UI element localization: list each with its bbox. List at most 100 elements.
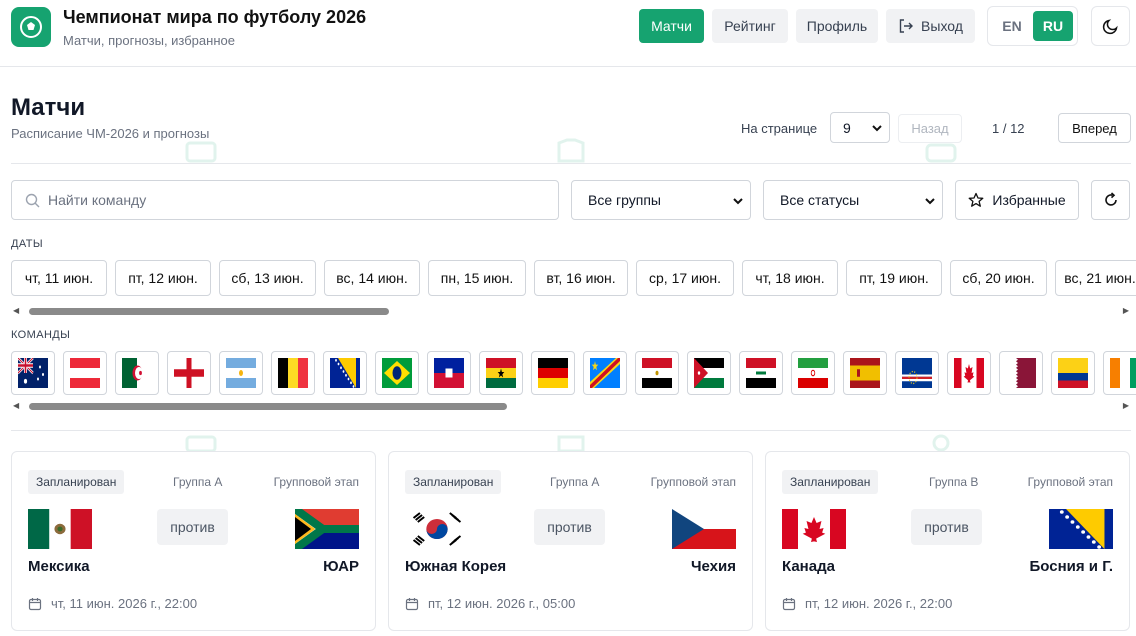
team-filter-chip[interactable] bbox=[219, 351, 263, 395]
ivory-coast-flag-icon bbox=[1110, 358, 1136, 388]
date-chip[interactable]: вс, 21 июн. bbox=[1055, 260, 1136, 296]
date-chip[interactable]: чт, 18 июн. bbox=[742, 260, 838, 296]
team-filter-chip[interactable] bbox=[687, 351, 731, 395]
nav-matches-label: Матчи bbox=[651, 18, 692, 34]
team-filter-chip[interactable] bbox=[947, 351, 991, 395]
match-card[interactable]: Запланирован Группа A Групповой этап про… bbox=[388, 451, 753, 631]
stage-label: Групповой этап bbox=[1027, 475, 1113, 489]
team-filter-chip[interactable] bbox=[271, 351, 315, 395]
per-page-select[interactable]: 9 bbox=[830, 112, 890, 143]
team-filter-chip[interactable] bbox=[531, 351, 575, 395]
scroll-left-arrow-icon[interactable]: ◀ bbox=[13, 306, 19, 315]
next-page-button[interactable]: Вперед bbox=[1058, 113, 1131, 143]
team-filter-chip[interactable] bbox=[635, 351, 679, 395]
team-filter-chip[interactable] bbox=[739, 351, 783, 395]
match-datetime-text: чт, 11 июн. 2026 г., 22:00 bbox=[51, 596, 198, 611]
argentina-flag-icon bbox=[226, 358, 256, 388]
team-filter-chip[interactable] bbox=[323, 351, 367, 395]
favorites-label: Избранные bbox=[992, 192, 1066, 208]
algeria-flag-icon bbox=[122, 358, 152, 388]
star-icon bbox=[968, 192, 984, 207]
date-chip[interactable]: пн, 15 июн. bbox=[428, 260, 526, 296]
scrollbar-thumb[interactable] bbox=[29, 403, 507, 410]
spain-flag-icon bbox=[850, 358, 880, 388]
team-filter-chip[interactable] bbox=[63, 351, 107, 395]
logout-icon bbox=[899, 19, 914, 33]
match-datetime: пт, 12 июн. 2026 г., 22:00 bbox=[782, 596, 952, 611]
team-filter-chip[interactable] bbox=[375, 351, 419, 395]
scroll-right-arrow-icon[interactable]: ▶ bbox=[1123, 401, 1129, 410]
team-filter-chip[interactable] bbox=[999, 351, 1043, 395]
dates-scrollbar[interactable]: ◀ ▶ bbox=[11, 305, 1131, 317]
group-label: Группа A bbox=[550, 475, 600, 489]
away-team-name: ЮАР bbox=[323, 558, 359, 575]
date-chip[interactable]: сб, 20 июн. bbox=[950, 260, 1047, 296]
nav-matches-button[interactable]: Матчи bbox=[639, 9, 704, 43]
logout-button[interactable]: Выход bbox=[886, 9, 975, 43]
page-indicator: 1 / 12 bbox=[992, 121, 1025, 136]
match-datetime: пт, 12 июн. 2026 г., 05:00 bbox=[405, 596, 575, 611]
reset-filters-button[interactable] bbox=[1091, 180, 1130, 220]
teams-scrollbar[interactable]: ◀ ▶ bbox=[11, 400, 1131, 412]
theme-toggle-button[interactable] bbox=[1091, 6, 1130, 46]
nav-rating-button[interactable]: Рейтинг bbox=[712, 9, 788, 43]
team-filter-chip[interactable] bbox=[479, 351, 523, 395]
language-switcher: EN RU bbox=[987, 6, 1078, 46]
prev-page-button[interactable]: Назад bbox=[898, 114, 962, 143]
team-filter-chip[interactable] bbox=[895, 351, 939, 395]
away-team-flag bbox=[1049, 509, 1113, 549]
status-badge: Запланирован bbox=[782, 470, 879, 494]
dates-section-label: ДАТЫ bbox=[11, 238, 43, 250]
search-input[interactable] bbox=[48, 182, 548, 218]
bosnia-flag-icon bbox=[330, 358, 360, 388]
mexico-flag-icon bbox=[28, 509, 92, 549]
versus-label: против bbox=[157, 509, 228, 545]
group-label: Группа B bbox=[929, 475, 979, 489]
stage-label: Групповой этап bbox=[650, 475, 736, 489]
match-card[interactable]: Запланирован Группа A Групповой этап про… bbox=[11, 451, 376, 631]
status-badge: Запланирован bbox=[28, 470, 125, 494]
match-datetime-text: пт, 12 июн. 2026 г., 22:00 bbox=[805, 596, 953, 611]
lang-en-button[interactable]: EN bbox=[992, 11, 1032, 41]
date-chip[interactable]: сб, 13 июн. bbox=[219, 260, 316, 296]
team-filter-chip[interactable] bbox=[1051, 351, 1095, 395]
logo[interactable] bbox=[11, 7, 51, 47]
status-select-value: Все статусы bbox=[780, 192, 860, 208]
match-card[interactable]: Запланирован Группа B Групповой этап про… bbox=[765, 451, 1130, 631]
scroll-right-arrow-icon[interactable]: ▶ bbox=[1123, 306, 1129, 315]
date-chip[interactable]: пт, 19 июн. bbox=[846, 260, 942, 296]
match-datetime-text: пт, 12 июн. 2026 г., 05:00 bbox=[428, 596, 576, 611]
date-chip[interactable]: пт, 12 июн. bbox=[115, 260, 211, 296]
bosnia-flag-icon bbox=[1049, 509, 1113, 549]
date-chip[interactable]: чт, 11 июн. bbox=[11, 260, 107, 296]
stage-label: Групповой этап bbox=[273, 475, 359, 489]
canada-flag-icon bbox=[782, 509, 846, 549]
team-filter-chip[interactable] bbox=[11, 351, 55, 395]
watermark-icon bbox=[932, 434, 950, 452]
colombia-flag-icon bbox=[1058, 358, 1088, 388]
team-filter-chip[interactable] bbox=[167, 351, 211, 395]
team-filter-chip[interactable] bbox=[843, 351, 887, 395]
scrollbar-thumb[interactable] bbox=[29, 308, 389, 315]
calendar-icon bbox=[405, 597, 419, 610]
team-filter-chip[interactable] bbox=[427, 351, 471, 395]
lang-ru-button[interactable]: RU bbox=[1033, 11, 1073, 41]
team-filter-chip[interactable] bbox=[115, 351, 159, 395]
status-select[interactable]: Все статусы bbox=[763, 180, 943, 220]
team-filter-chip[interactable] bbox=[791, 351, 835, 395]
moon-icon bbox=[1102, 19, 1118, 35]
scroll-left-arrow-icon[interactable]: ◀ bbox=[13, 401, 19, 410]
versus-label: против bbox=[911, 509, 982, 545]
team-filter-chip[interactable] bbox=[1103, 351, 1136, 395]
date-chip[interactable]: вс, 14 июн. bbox=[324, 260, 420, 296]
nav-profile-button[interactable]: Профиль bbox=[796, 9, 878, 43]
team-filter-chip[interactable] bbox=[583, 351, 627, 395]
date-chip[interactable]: ср, 17 июн. bbox=[636, 260, 734, 296]
favorites-filter-button[interactable]: Избранные bbox=[955, 180, 1079, 220]
divider bbox=[11, 430, 1131, 431]
app-title: Чемпионат мира по футболу 2026 bbox=[63, 7, 367, 27]
date-chip[interactable]: вт, 16 июн. bbox=[534, 260, 628, 296]
south-korea-flag-icon bbox=[405, 509, 469, 549]
search-icon bbox=[25, 193, 40, 208]
group-select[interactable]: Все группы bbox=[571, 180, 751, 220]
